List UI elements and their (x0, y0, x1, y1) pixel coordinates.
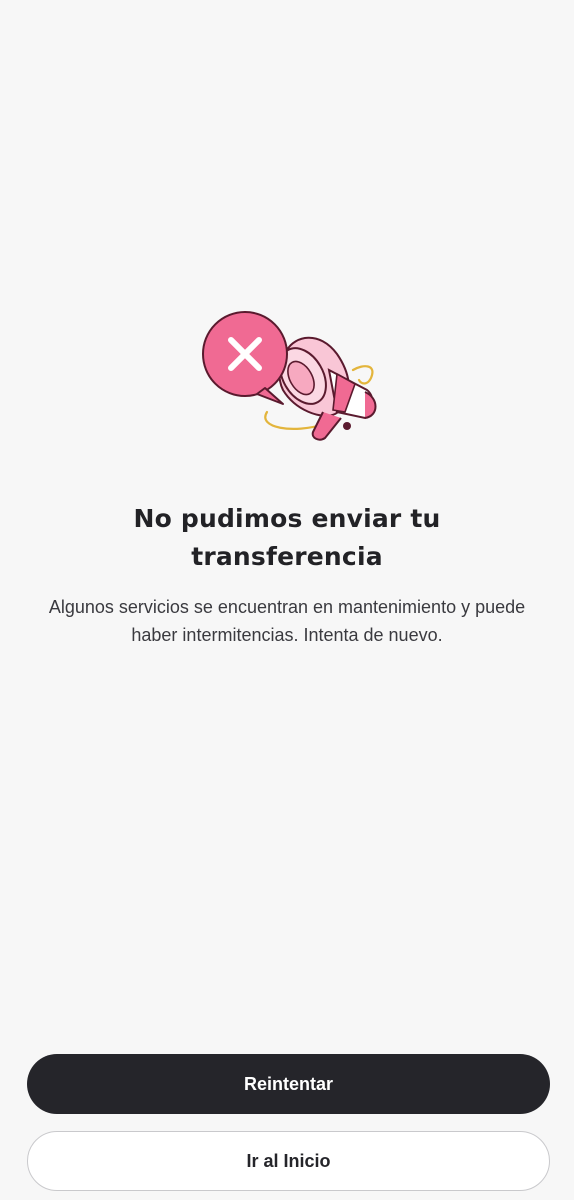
go-home-button[interactable]: Ir al Inicio (27, 1131, 550, 1191)
go-home-button-label: Ir al Inicio (246, 1150, 331, 1171)
retry-button-label: Reintentar (243, 1073, 333, 1094)
megaphone-error-icon (195, 300, 385, 450)
error-screen: No pudimos enviar tu transferencia Algun… (0, 0, 574, 1200)
error-message: Algunos servicios se encuentran en mante… (48, 597, 526, 645)
error-title: No pudimos enviar tu transferencia (133, 504, 441, 571)
retry-button[interactable]: Reintentar (27, 1054, 550, 1114)
